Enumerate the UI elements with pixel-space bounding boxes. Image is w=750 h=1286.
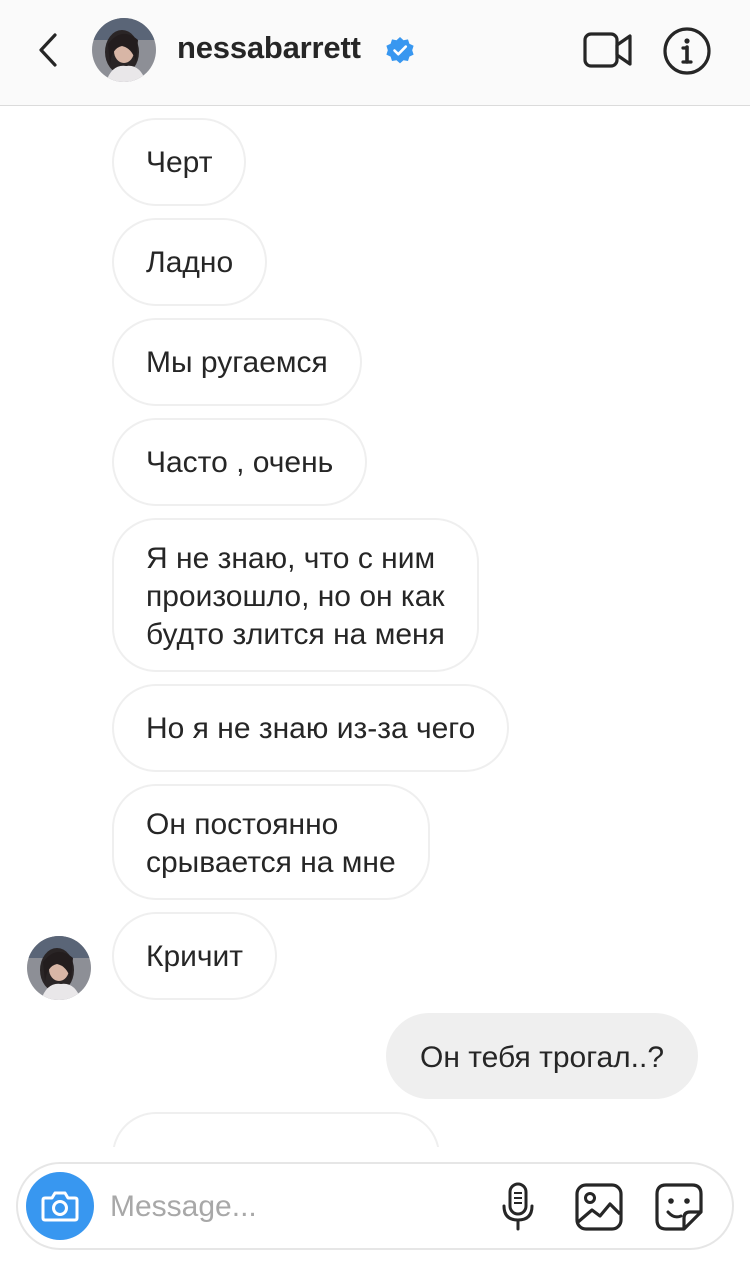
message-bubble[interactable]: Мы ругаемся [112, 318, 362, 406]
message-bubble[interactable]: Я не знаю, что с ним произошло, но он ка… [112, 518, 479, 672]
message-text: Кричит [146, 940, 244, 973]
message-composer [16, 1162, 734, 1250]
video-call-icon[interactable] [582, 30, 634, 70]
message-text: Черт [146, 146, 213, 179]
message-thread[interactable]: Черт Ладно Мы ругаемся Часто , очень Я н… [0, 107, 750, 1147]
verified-badge-icon [386, 37, 414, 64]
gallery-icon[interactable] [574, 1182, 624, 1232]
sender-avatar[interactable] [27, 936, 91, 1000]
chat-header: nessabarrett [0, 0, 750, 106]
message-bubble[interactable]: Кричит [112, 912, 278, 1000]
back-button[interactable] [28, 26, 68, 74]
message-text: Но я не знаю из-за чего [146, 712, 476, 745]
camera-icon [41, 1191, 79, 1222]
message-text: Мы ругаемся [146, 346, 328, 379]
message-text: Он постоянно срывается на мне [146, 808, 396, 879]
message-text: Часто , очень [146, 446, 334, 479]
message-bubble[interactable]: Ладно [112, 218, 268, 306]
message-text: Я не знаю, что с ним произошло, но он ка… [146, 542, 445, 651]
sent-message-bubble[interactable]: Он тебя трогал..? [386, 1013, 699, 1099]
camera-button[interactable] [26, 1172, 94, 1240]
info-icon[interactable] [662, 26, 712, 76]
back-chevron-icon [39, 33, 57, 67]
message-bubble[interactable]: Он постоянно срывается на мне [112, 784, 430, 900]
message-bubble[interactable]: Но я не знаю из-за чего [112, 684, 510, 772]
message-bubble[interactable]: Часто , очень [112, 418, 368, 506]
message-input[interactable] [108, 1182, 492, 1232]
username[interactable]: nessabarrett [177, 30, 361, 66]
message-text: Ладно [146, 246, 234, 279]
header-avatar[interactable] [92, 18, 156, 82]
message-text: Он тебя трогал..? [420, 1041, 665, 1074]
message-bubble[interactable] [112, 1112, 440, 1147]
message-bubble[interactable]: Черт [112, 118, 247, 206]
sticker-icon[interactable] [654, 1182, 704, 1232]
microphone-icon[interactable] [500, 1182, 536, 1232]
